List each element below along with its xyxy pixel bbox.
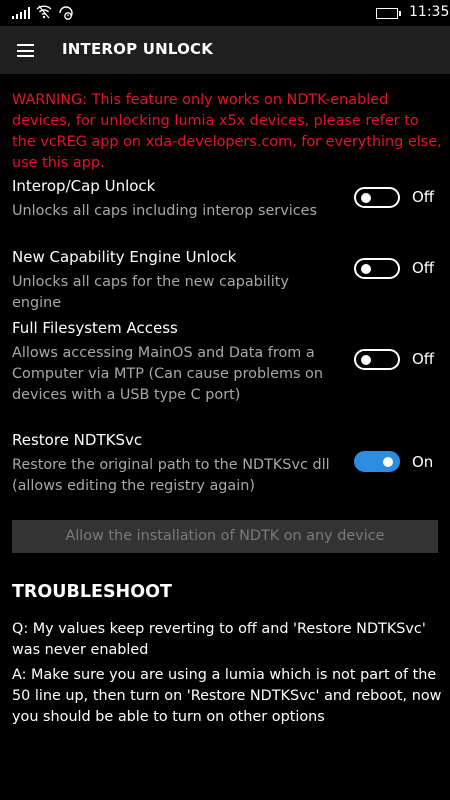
toggle-state-label: Off bbox=[412, 188, 435, 206]
troubleshoot-answer: A: Make sure you are using a lumia which… bbox=[12, 667, 442, 725]
setting-title: Restore NDTKSvc bbox=[12, 431, 143, 449]
hamburger-icon[interactable] bbox=[17, 44, 34, 57]
toggle-state-label: Off bbox=[412, 259, 435, 277]
interop-cap-unlock-toggle[interactable] bbox=[354, 187, 400, 208]
setting-description: Restore the original path to the NDTKSvc… bbox=[12, 457, 330, 494]
troubleshoot-question: Q: My values keep reverting to off and '… bbox=[12, 621, 426, 658]
wifi-icon bbox=[36, 5, 52, 19]
setting-title: Full Filesystem Access bbox=[12, 319, 178, 337]
new-capability-engine-toggle[interactable] bbox=[354, 258, 400, 279]
setting-description: Unlocks all caps including interop servi… bbox=[12, 203, 317, 219]
troubleshoot-heading: TROUBLESHOOT bbox=[12, 582, 172, 602]
page-title: INTEROP UNLOCK bbox=[62, 40, 214, 58]
allow-ndtk-install-button[interactable]: Allow the installation of NDTK on any de… bbox=[12, 520, 438, 553]
toggle-state-label: Off bbox=[412, 350, 435, 368]
clock: 11:35 bbox=[409, 4, 450, 20]
full-filesystem-access-toggle[interactable] bbox=[354, 349, 400, 370]
signal-icon bbox=[12, 7, 30, 19]
app-header: INTEROP UNLOCK bbox=[0, 26, 450, 74]
restore-ndtksvc-toggle[interactable] bbox=[354, 451, 400, 472]
status-bar: 11:35 bbox=[0, 0, 450, 26]
battery-icon bbox=[376, 8, 401, 19]
warning-message: WARNING: This feature only works on NDTK… bbox=[12, 92, 442, 171]
setting-description: Unlocks all caps for the new capability … bbox=[12, 274, 289, 311]
toggle-state-label: On bbox=[412, 453, 434, 471]
data-saver-icon bbox=[59, 6, 73, 20]
setting-description: Allows accessing MainOS and Data from a … bbox=[12, 345, 323, 403]
